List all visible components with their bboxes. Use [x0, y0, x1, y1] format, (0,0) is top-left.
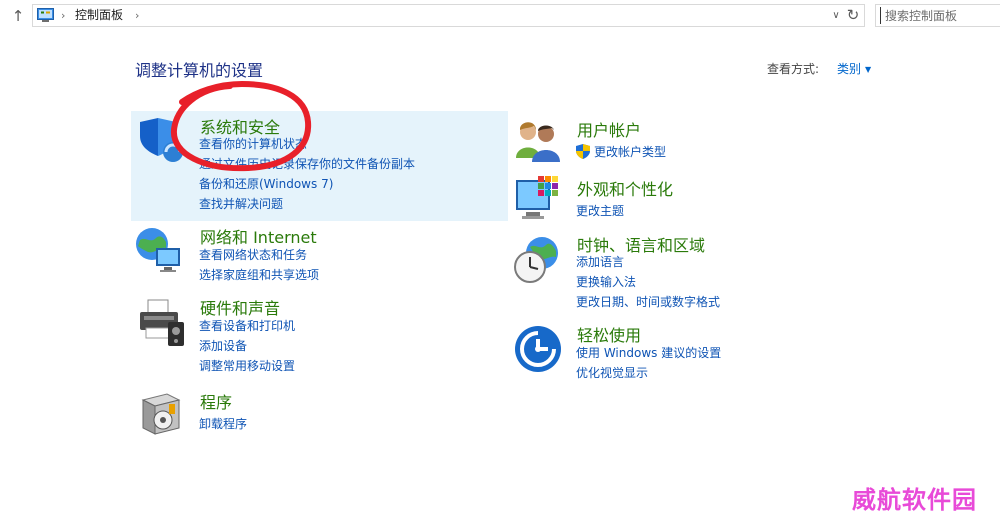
ease-of-access-icon — [515, 326, 561, 372]
category-network-internet[interactable]: 网络和 Internet — [200, 224, 317, 248]
view-by-value: 类别 — [837, 62, 862, 76]
category-user-accounts[interactable]: 用户帐户 — [577, 117, 641, 141]
breadcrumb-control-panel[interactable]: 控制面板 — [75, 8, 123, 23]
chevron-right-icon[interactable]: › — [135, 8, 139, 23]
category-ease-of-access[interactable]: 轻松使用 — [577, 322, 641, 346]
category-appearance[interactable]: 外观和个性化 — [577, 176, 673, 200]
address-bar[interactable]: › 控制面板 › ∨ — [32, 4, 865, 27]
control-panel-icon — [37, 8, 54, 22]
chevron-down-icon[interactable]: ∨ — [828, 7, 844, 24]
link-troubleshoot[interactable]: 查找并解决问题 — [199, 196, 283, 212]
address-toolbar: ↑ › 控制面板 › ∨ ↻ — [0, 0, 1000, 32]
category-hardware-sound[interactable]: 硬件和声音 — [200, 295, 280, 319]
link-optimize-visual-display[interactable]: 优化视觉显示 — [576, 365, 648, 381]
link-view-computer-status[interactable]: 查看你的计算机状态 — [199, 136, 307, 152]
category-clock-language-region[interactable]: 时钟、语言和区域 — [577, 232, 705, 256]
clock-globe-icon — [514, 237, 558, 283]
link-uninstall-program[interactable]: 卸载程序 — [199, 416, 247, 432]
search-box[interactable] — [875, 4, 1000, 27]
programs-icon — [141, 393, 181, 435]
refresh-icon[interactable]: ↻ — [843, 5, 863, 26]
users-icon — [516, 122, 560, 162]
appearance-icon — [516, 176, 558, 219]
link-add-language[interactable]: 添加语言 — [576, 254, 624, 270]
link-change-theme[interactable]: 更改主题 — [576, 203, 624, 219]
chevron-right-icon[interactable]: › — [61, 8, 65, 23]
link-homegroup-sharing[interactable]: 选择家庭组和共享选项 — [199, 267, 319, 283]
printer-icon — [140, 299, 184, 346]
category-system-security[interactable]: 系统和安全 — [200, 114, 280, 138]
link-change-input-method[interactable]: 更换输入法 — [576, 274, 636, 290]
uac-shield-icon — [576, 144, 590, 159]
view-by-label: 查看方式: — [767, 62, 820, 76]
link-windows-recommended-settings[interactable]: 使用 Windows 建议的设置 — [576, 345, 721, 361]
watermark-text: 威航软件园 — [852, 485, 977, 514]
network-globe-icon — [136, 228, 180, 272]
link-backup-restore[interactable]: 备份和还原(Windows 7) — [199, 176, 333, 192]
caret-down-icon: ▼ — [865, 65, 872, 74]
up-arrow-icon[interactable]: ↑ — [9, 6, 27, 26]
link-file-history-backup[interactable]: 通过文件历史记录保存你的文件备份副本 — [199, 156, 415, 172]
category-programs[interactable]: 程序 — [200, 389, 232, 413]
view-by-dropdown[interactable]: 类别 ▼ — [837, 60, 871, 77]
page-title: 调整计算机的设置 — [135, 61, 264, 80]
link-change-account-type[interactable]: 更改帐户类型 — [594, 144, 666, 160]
link-add-device[interactable]: 添加设备 — [199, 338, 247, 354]
link-devices-printers[interactable]: 查看设备和打印机 — [199, 318, 295, 334]
link-change-date-time-format[interactable]: 更改日期、时间或数字格式 — [576, 294, 720, 310]
link-network-status[interactable]: 查看网络状态和任务 — [199, 247, 307, 263]
shield-icon — [140, 118, 183, 162]
search-input[interactable] — [880, 7, 996, 24]
link-mobility-settings[interactable]: 调整常用移动设置 — [199, 358, 295, 374]
